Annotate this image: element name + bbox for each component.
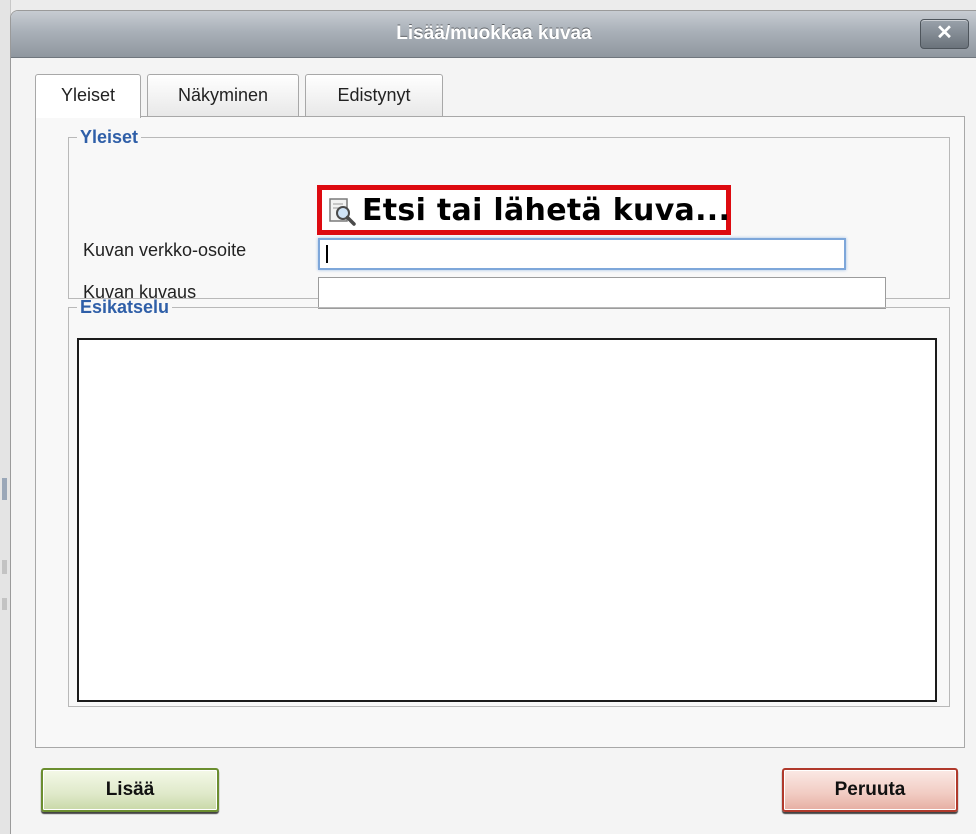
magnifier-document-icon bbox=[329, 198, 356, 226]
general-legend: Yleiset bbox=[80, 127, 139, 147]
image-url-input[interactable] bbox=[318, 238, 846, 270]
general-fieldset: Yleiset Etsi tai lähetä kuva... Kuvan ve… bbox=[68, 127, 950, 309]
preview-legend: Esikatselu bbox=[80, 297, 170, 317]
tab-label: Edistynyt bbox=[337, 85, 411, 105]
text-caret bbox=[326, 245, 328, 263]
tab-general[interactable]: Yleiset bbox=[35, 74, 141, 118]
image-url-label: Kuvan verkko-osoite bbox=[83, 240, 247, 260]
background-mark bbox=[2, 598, 7, 610]
tab-label: Näkyminen bbox=[177, 85, 269, 105]
tab-label: Yleiset bbox=[60, 85, 116, 105]
insert-button[interactable]: Lisää bbox=[41, 768, 219, 812]
dialog-titlebar[interactable]: Lisää/muokkaa kuvaa ✕ bbox=[11, 11, 976, 58]
background-mark bbox=[2, 478, 7, 500]
preview-fieldset: Esikatselu bbox=[68, 297, 950, 707]
close-icon: ✕ bbox=[936, 22, 953, 44]
insert-button-label: Lisää bbox=[105, 779, 155, 800]
browse-image-label: Etsi tai lähetä kuva... bbox=[362, 193, 731, 228]
dialog-title: Lisää/muokkaa kuvaa bbox=[396, 23, 592, 44]
browse-image-button[interactable]: Etsi tai lähetä kuva... bbox=[317, 185, 731, 235]
tab-appearance[interactable]: Näkyminen bbox=[147, 74, 299, 116]
tab-content-panel: Yleiset Etsi tai lähetä kuva... Kuvan ve… bbox=[35, 116, 965, 748]
cancel-button[interactable]: Peruuta bbox=[782, 768, 958, 812]
tab-advanced[interactable]: Edistynyt bbox=[305, 74, 443, 116]
background-mark bbox=[2, 560, 7, 574]
cancel-button-label: Peruuta bbox=[834, 779, 906, 800]
close-button[interactable]: ✕ bbox=[920, 19, 969, 49]
preview-area bbox=[77, 338, 937, 702]
image-dialog: Lisää/muokkaa kuvaa ✕ Yleiset Näkyminen … bbox=[10, 10, 976, 834]
